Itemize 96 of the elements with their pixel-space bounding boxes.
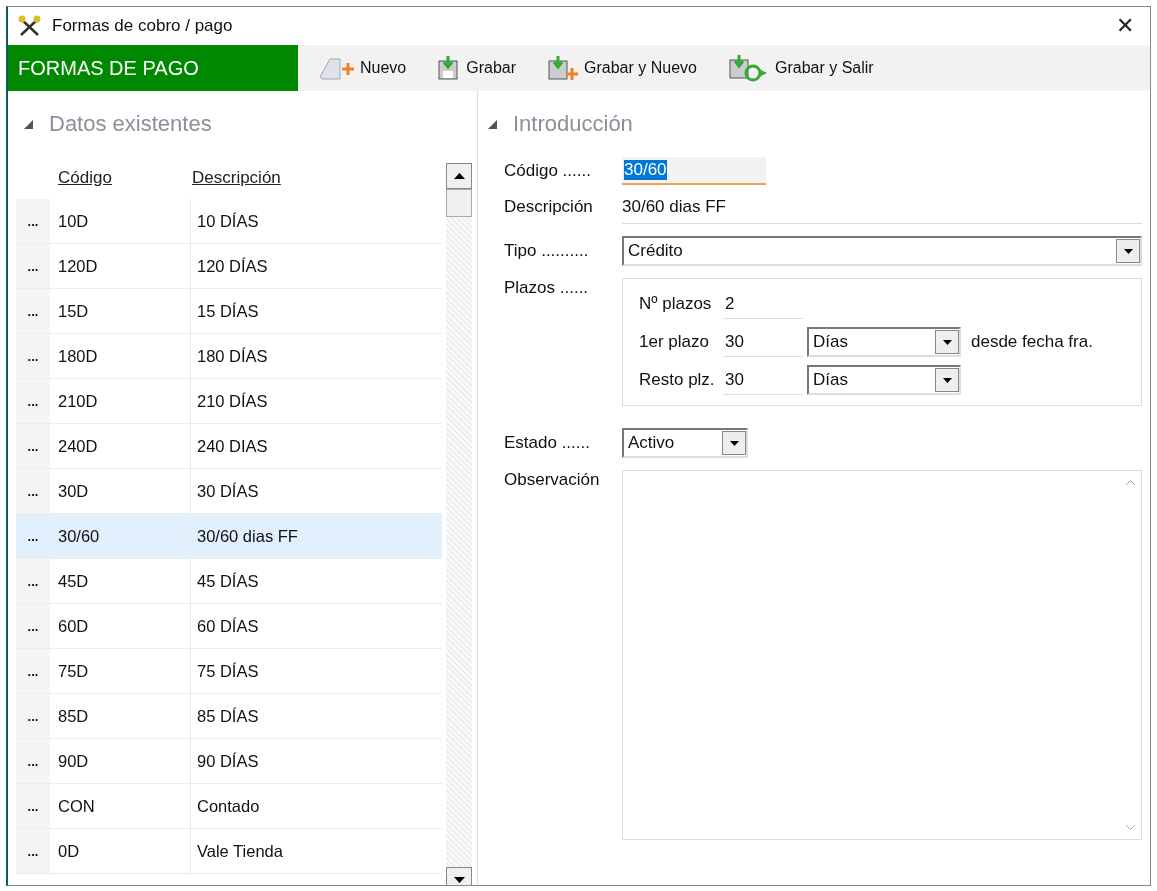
- table-cell: 240D: [50, 424, 191, 468]
- scrollbar-thumb[interactable]: [446, 189, 472, 217]
- table-cell-text: 120 DÍAS: [196, 256, 268, 276]
- table-cell-text: 75 DÍAS: [196, 661, 259, 681]
- table-cell: 210D: [50, 379, 191, 423]
- table-cell: 45D: [50, 559, 191, 603]
- table-cell: 90D: [50, 739, 191, 783]
- dropdown[interactable]: Crédito: [622, 236, 1142, 266]
- collapse-triangle-icon[interactable]: [24, 119, 33, 129]
- table-cell: 0D: [50, 829, 191, 873]
- floppy-disk-plus-icon: [546, 55, 581, 81]
- dropdown[interactable]: Días: [807, 327, 961, 357]
- table-cell: 120D: [50, 244, 191, 288]
- row-handle[interactable]: ...: [16, 199, 50, 243]
- table-cell-text: 180 DÍAS: [196, 346, 268, 366]
- toolbar-button[interactable]: Nuevo: [308, 50, 415, 86]
- field-label: Resto plz.: [639, 370, 716, 390]
- row-handle[interactable]: ...: [16, 739, 50, 783]
- field-label: Tipo ..........: [504, 241, 590, 261]
- table-row[interactable]: ... 60D 60 DÍAS: [16, 604, 442, 649]
- table-row[interactable]: ... 0D Vale Tienda: [16, 829, 442, 874]
- column-header[interactable]: Descripción: [192, 168, 281, 188]
- table-row[interactable]: ... 10D 10 DÍAS: [16, 199, 442, 244]
- collapse-triangle-icon[interactable]: [488, 119, 497, 129]
- row-handle[interactable]: ...: [16, 694, 50, 738]
- table-row[interactable]: ... 180D 180 DÍAS: [16, 334, 442, 379]
- table-cell-text: Contado: [196, 796, 260, 816]
- panel-title: Datos existentes: [49, 111, 212, 137]
- row-handle[interactable]: ...: [16, 604, 50, 648]
- code-field[interactable]: 30/60: [622, 157, 766, 185]
- table-cell: 10D: [50, 199, 191, 243]
- table-row[interactable]: ... 30/60 30/60 dias FF: [16, 514, 442, 559]
- toolbar-button[interactable]: Grabar: [428, 50, 525, 86]
- field-label: desde fecha fra.: [971, 332, 1093, 352]
- table-row[interactable]: ... 45D 45 DÍAS: [16, 559, 442, 604]
- row-handle[interactable]: ...: [16, 289, 50, 333]
- vertical-scrollbar[interactable]: [446, 163, 472, 885]
- table-cell-text: 60 DÍAS: [196, 616, 259, 636]
- field-label: Estado ......: [504, 433, 591, 453]
- scroll-up-icon[interactable]: [453, 173, 465, 179]
- table-cell: 30/60: [50, 514, 191, 558]
- table-cell-text: 30 DÍAS: [196, 481, 259, 501]
- toolbar-button[interactable]: Grabar y Nuevo: [538, 50, 705, 86]
- field-label: Observación: [504, 470, 601, 490]
- close-button[interactable]: ✕: [1110, 13, 1140, 39]
- table-cell-text: 210 DÍAS: [196, 391, 268, 411]
- row-handle[interactable]: ...: [16, 559, 50, 603]
- table-cell: 85D: [50, 694, 191, 738]
- table-row[interactable]: ... 120D 120 DÍAS: [16, 244, 442, 289]
- input-field[interactable]: 30: [723, 365, 803, 395]
- table-cell: 15D: [50, 289, 191, 333]
- field-label: Plazos ......: [504, 278, 590, 298]
- input-field[interactable]: 2: [723, 289, 803, 319]
- table-cell-text: 30/60 dias FF: [196, 526, 298, 546]
- row-handle[interactable]: ...: [16, 784, 50, 828]
- table-cell: 75D: [50, 649, 191, 693]
- table-row[interactable]: ... 85D 85 DÍAS: [16, 694, 442, 739]
- field-label: Nº plazos: [639, 294, 713, 314]
- table-cell: CON: [50, 784, 191, 828]
- table-cell-text: Vale Tienda: [196, 841, 283, 861]
- field-label: Descripción: [504, 197, 594, 217]
- scroll-down-icon[interactable]: [453, 877, 465, 883]
- input-field[interactable]: 30/60 dias FF: [622, 197, 1142, 224]
- row-handle[interactable]: ...: [16, 649, 50, 693]
- column-header[interactable]: Código: [58, 168, 192, 188]
- field-label: 1er plazo: [639, 332, 710, 352]
- table-row[interactable]: ... 90D 90 DÍAS: [16, 739, 442, 784]
- row-handle[interactable]: ...: [16, 244, 50, 288]
- table-row[interactable]: ... CON Contado: [16, 784, 442, 829]
- panel-title: Introducción: [513, 111, 633, 137]
- table-row[interactable]: ... 15D 15 DÍAS: [16, 289, 442, 334]
- crossed-tools-icon: [18, 15, 42, 37]
- input-field[interactable]: 30: [723, 327, 803, 357]
- row-handle[interactable]: ...: [16, 379, 50, 423]
- table-cell: 60D: [50, 604, 191, 648]
- toolbar-button[interactable]: Grabar y Salir: [719, 50, 882, 86]
- table-cell-text: 15 DÍAS: [196, 301, 259, 321]
- table-cell-text: 90 DÍAS: [196, 751, 259, 771]
- table-row[interactable]: ... 240D 240 DIAS: [16, 424, 442, 469]
- row-handle[interactable]: ...: [16, 424, 50, 468]
- table-cell-text: 85 DÍAS: [196, 706, 259, 726]
- table-cell: 180D: [50, 334, 191, 378]
- table-row[interactable]: ... 210D 210 DÍAS: [16, 379, 442, 424]
- table-cell-text: 240 DIAS: [196, 436, 268, 456]
- dropdown[interactable]: Activo: [622, 428, 748, 458]
- table-row[interactable]: ... 75D 75 DÍAS: [16, 649, 442, 694]
- section-title: FORMAS DE PAGO: [8, 45, 298, 91]
- row-handle[interactable]: ...: [16, 829, 50, 873]
- window-title: Formas de cobro / pago: [52, 16, 234, 36]
- table-cell-text: 45 DÍAS: [196, 571, 259, 591]
- field-label: Código ......: [504, 161, 592, 181]
- table-cell-text: 10 DÍAS: [196, 211, 259, 231]
- row-handle[interactable]: ...: [16, 334, 50, 378]
- dropdown[interactable]: Días: [807, 365, 961, 395]
- table-cell: 30D: [50, 469, 191, 513]
- row-handle[interactable]: ...: [16, 469, 50, 513]
